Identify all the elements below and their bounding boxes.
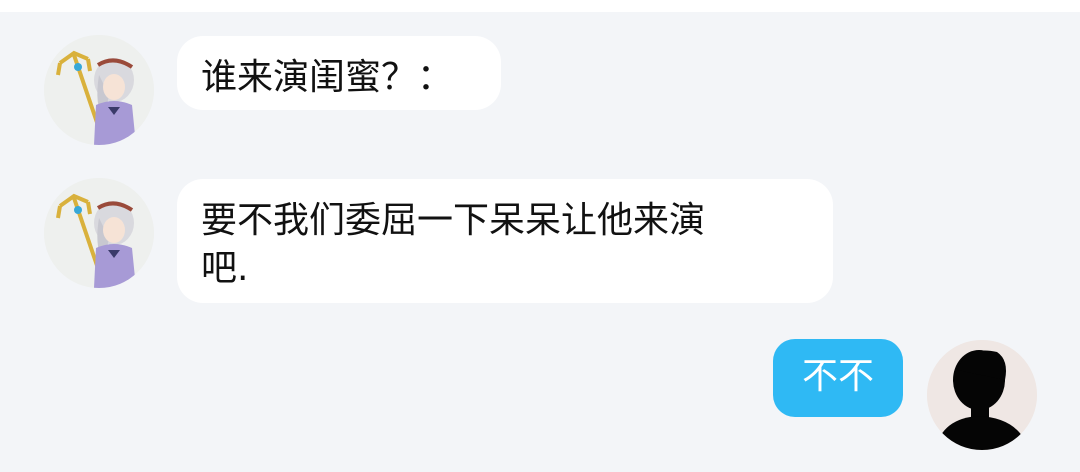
anime-avatar-icon[interactable] — [44, 178, 154, 288]
message-bubble-outgoing: 不不 — [773, 339, 903, 417]
anime-avatar-icon[interactable] — [44, 35, 154, 145]
message-bubble-incoming: 谁来演闺蜜？： — [177, 36, 501, 110]
status-strip — [0, 0, 1080, 12]
message-bubble-incoming: 要不我们委屈一下呆呆让他来演 吧. — [177, 179, 833, 303]
user-silhouette-avatar-icon[interactable] — [927, 340, 1037, 450]
